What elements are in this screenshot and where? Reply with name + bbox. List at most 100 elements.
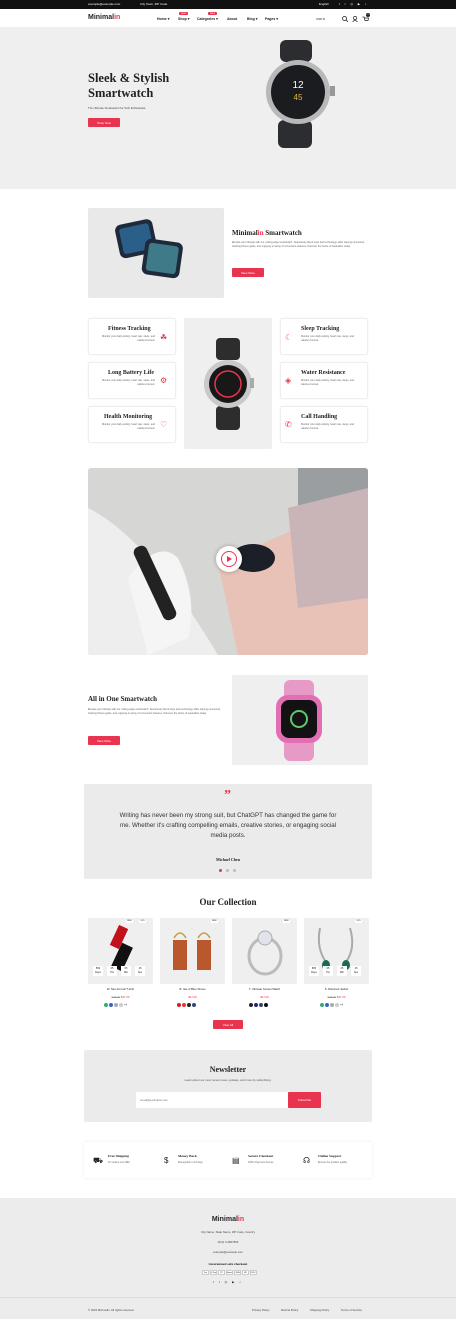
product-tag-new: NEW	[126, 920, 133, 923]
google-pay-icon: G Pay	[210, 1270, 217, 1275]
nav-categories[interactable]: Categories ▾	[197, 17, 218, 21]
product-swatches[interactable]	[177, 1003, 197, 1008]
footer-link-privacy[interactable]: Privacy Policy	[252, 1308, 269, 1312]
nav-blog[interactable]: Blog ▾	[247, 17, 258, 21]
allinone-view-more-button[interactable]: View More	[88, 736, 120, 745]
paypal-icon: PP	[218, 1270, 225, 1275]
product-tag-discount: -19%	[355, 920, 362, 923]
feature-watch-image	[184, 318, 272, 449]
view-all-button[interactable]: View All	[213, 1020, 243, 1029]
feature-text: Monitor your daily activity, heart rate,…	[301, 379, 354, 386]
product-name[interactable]: B. Isle of Blue Shoes	[160, 987, 225, 991]
service-text: Ensure the product quality	[318, 1161, 348, 1164]
mastercard-icon: MC	[242, 1270, 249, 1275]
top-bar: example@example.com City Town, ZIP Code …	[0, 0, 456, 9]
feature-text: Monitor your daily activity, heart rate,…	[301, 335, 354, 342]
newsletter-section	[84, 1050, 372, 1122]
cart-count: 0	[366, 13, 370, 17]
service-title: Money Back	[178, 1154, 197, 1158]
hero-banner	[0, 27, 456, 189]
product-price: $79.00 $47.00	[327, 995, 346, 999]
secure-icon: ▤	[232, 1156, 240, 1165]
hero-subtitle: The Ultimate Smartwatch for Tech Enthusi…	[88, 106, 147, 110]
footer-phone[interactable]: (012) 3-4567890	[0, 1240, 456, 1244]
slider-dot[interactable]	[233, 869, 236, 872]
footer-logo[interactable]: Minimalin	[0, 1216, 456, 1223]
money-icon: $	[164, 1156, 169, 1165]
countdown-hours: 05 Hrs	[323, 966, 333, 976]
service-title: Online Support	[318, 1154, 342, 1158]
shop-now-button[interactable]: Shop Now	[88, 118, 120, 127]
product-name[interactable]: T. Ultimate Sunset Watch	[232, 987, 297, 991]
intro-view-more-button[interactable]: View More	[232, 268, 264, 277]
product-image[interactable]	[232, 918, 297, 984]
search-icon[interactable]	[342, 16, 348, 22]
allinone-text: Elevate your lifestyle with our cutting-…	[88, 708, 221, 715]
product-name[interactable]: W. Neo-Formal T-shirt	[88, 987, 153, 991]
apple-pay-icon: Pay	[202, 1270, 209, 1275]
play-icon	[227, 556, 232, 562]
product-tag-new: NEW	[283, 920, 290, 923]
logo[interactable]: Minimalin	[88, 14, 120, 21]
newsletter-email-input[interactable]	[136, 1092, 288, 1108]
footer-social-icons[interactable]: f t ◎ ▶ ♪	[0, 1280, 456, 1284]
nav-shop[interactable]: Shop ▾	[178, 17, 189, 21]
feature-text: Monitor your daily activity, heart rate,…	[102, 335, 155, 342]
nav-about[interactable]: About	[227, 17, 237, 21]
footer-link-terms[interactable]: Terms of Service	[341, 1308, 362, 1312]
pink-watch-image	[232, 675, 368, 765]
service-title: Secure Checkout	[248, 1154, 274, 1158]
feature-title: Water Resistance	[301, 370, 346, 376]
nav-home[interactable]: Home ▾	[157, 17, 169, 21]
testimonial-author: Michael Chen	[216, 857, 240, 862]
water-icon: ◈	[285, 376, 292, 385]
service-text: Moneyback in 15 days	[178, 1161, 203, 1164]
product-swatches[interactable]: +4	[104, 1003, 127, 1007]
feature-title: Sleep Tracking	[301, 326, 340, 332]
feature-title: Long Battery Life	[108, 370, 154, 376]
nav-badge-new: NEW	[179, 12, 188, 15]
feature-text: Monitor your daily activity, heart rate,…	[102, 423, 155, 430]
social-icons[interactable]: f t ◎ ▶ ♪	[339, 2, 368, 6]
intro-image	[88, 208, 224, 298]
testimonial-text: Writing has never been my strong suit, b…	[119, 812, 337, 839]
headset-icon: ☊	[303, 1156, 311, 1165]
nav-pages[interactable]: Pages ▾	[265, 17, 278, 21]
payment-icons: Pay G Pay PP Amex VISA MC DISC	[202, 1270, 257, 1275]
product-image[interactable]	[160, 918, 225, 984]
svg-text:12: 12	[292, 80, 304, 91]
footer-link-shipping[interactable]: Shipping Policy	[310, 1308, 329, 1312]
topbar-address: City Town, ZIP Code	[140, 2, 168, 6]
feature-text: Monitor your daily activity, heart rate,…	[102, 379, 155, 386]
footer-email[interactable]: example@example.com	[0, 1250, 456, 1254]
slider-dot[interactable]	[226, 869, 229, 872]
product-swatches[interactable]: +4	[320, 1003, 343, 1007]
countdown-days: 569 Days	[93, 966, 103, 976]
countdown-seconds: 15 Sec	[351, 966, 361, 976]
hero-watch-image: 12 45	[266, 40, 335, 148]
slider-dot-active[interactable]	[219, 869, 222, 872]
visa-icon: VISA	[234, 1270, 241, 1275]
user-icon[interactable]	[352, 16, 358, 22]
subscribe-button[interactable]: Subscribe	[288, 1092, 321, 1108]
collection-title: Our Collection	[199, 897, 257, 907]
product-price: $47.00	[260, 995, 269, 999]
countdown-minutes: 05 Min	[337, 966, 347, 976]
topbar-email[interactable]: example@example.com	[88, 2, 120, 6]
product-tag-new: NEW	[211, 920, 218, 923]
product-name[interactable]: S. Distorted Jacket	[304, 987, 369, 991]
intro-title: Minimalin Smartwatch	[232, 229, 302, 237]
video-play-button[interactable]	[216, 546, 242, 572]
currency-select[interactable]: USD $	[316, 17, 325, 21]
svg-text:45: 45	[294, 93, 303, 102]
service-text: On orders over $99	[108, 1161, 130, 1164]
product-swatches[interactable]	[249, 1003, 269, 1008]
service-text: 100% Payment Secure	[248, 1161, 274, 1164]
phone-icon: ✆	[285, 420, 292, 429]
language-select[interactable]: English	[319, 2, 329, 6]
service-title: Free Shipping	[108, 1154, 130, 1158]
copyright: © 2024 Minimalin. All rights reserved.	[88, 1308, 135, 1312]
footer-link-refund[interactable]: Refund Policy	[281, 1308, 298, 1312]
health-icon: ♡	[160, 420, 168, 429]
feature-title: Call Handling	[301, 414, 338, 420]
